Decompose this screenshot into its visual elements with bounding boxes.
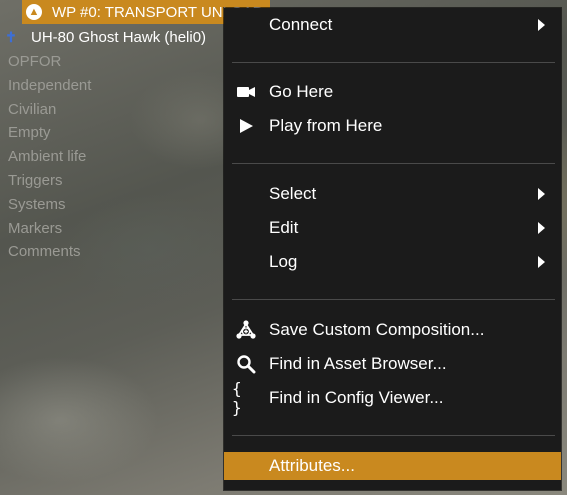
submenu-arrow-icon [538, 19, 545, 31]
menu-item-connect[interactable]: Connect [224, 8, 561, 42]
menu-separator [232, 435, 555, 436]
menu-item-play-from-here[interactable]: Play from Here [224, 109, 561, 143]
menu-item-label: Select [269, 184, 317, 203]
menu-item-save-custom-composition[interactable]: Save Custom Composition... [224, 313, 561, 347]
menu-item-label: Attributes... [269, 456, 355, 475]
arrow-up-circle-icon: ▲ [26, 4, 42, 20]
category-independent[interactable]: Independent [8, 74, 91, 98]
play-icon [232, 112, 260, 140]
submenu-arrow-icon [538, 256, 545, 268]
category-comments[interactable]: Comments [8, 240, 91, 264]
category-opfor[interactable]: OPFOR [8, 50, 91, 74]
unit-marker-icon: ✝ [5, 28, 17, 45]
category-markers[interactable]: Markers [8, 217, 91, 241]
menu-item-label: Go Here [269, 82, 334, 101]
menu-item-go-here[interactable]: Go Here [224, 75, 561, 109]
menu-item-label: Connect [269, 15, 333, 34]
category-systems[interactable]: Systems [8, 193, 91, 217]
menu-item-select[interactable]: Select [224, 177, 561, 211]
menu-item-find-in-asset-browser[interactable]: Find in Asset Browser... [224, 347, 561, 381]
menu-item-attributes[interactable]: Attributes... [224, 452, 561, 480]
menu-item-label: Save Custom Composition... [269, 320, 485, 339]
curly-braces-icon: { } [232, 379, 242, 417]
menu-separator [232, 62, 555, 63]
menu-item-label: Find in Config Viewer... [269, 388, 444, 407]
category-triggers[interactable]: Triggers [8, 169, 91, 193]
selected-entity-label: UH-80 Ghost Hawk (heli0) [31, 28, 207, 46]
selected-entity[interactable]: ✝ UH-80 Ghost Hawk (heli0) [0, 26, 206, 48]
submenu-arrow-icon [538, 222, 545, 234]
menu-separator [232, 299, 555, 300]
category-civilian[interactable]: Civilian [8, 98, 91, 122]
menu-separator [232, 163, 555, 164]
search-icon [232, 350, 260, 378]
submenu-arrow-icon [538, 188, 545, 200]
composition-icon [232, 316, 260, 344]
camera-icon [232, 78, 260, 106]
menu-item-label: Play from Here [269, 116, 383, 135]
entity-category-list: OPFOR Independent Civilian Empty Ambient… [8, 50, 91, 264]
menu-item-find-in-config-viewer[interactable]: { } Find in Config Viewer... [224, 379, 561, 417]
menu-item-label: Log [269, 252, 298, 271]
category-empty[interactable]: Empty [8, 121, 91, 145]
category-ambient-life[interactable]: Ambient life [8, 145, 91, 169]
menu-item-edit[interactable]: Edit [224, 211, 561, 245]
context-menu: Connect Go Here Play from Here Select Ed… [224, 8, 561, 490]
menu-item-label: Find in Asset Browser... [269, 354, 447, 373]
menu-item-log[interactable]: Log [224, 245, 561, 279]
menu-item-label: Edit [269, 218, 299, 237]
